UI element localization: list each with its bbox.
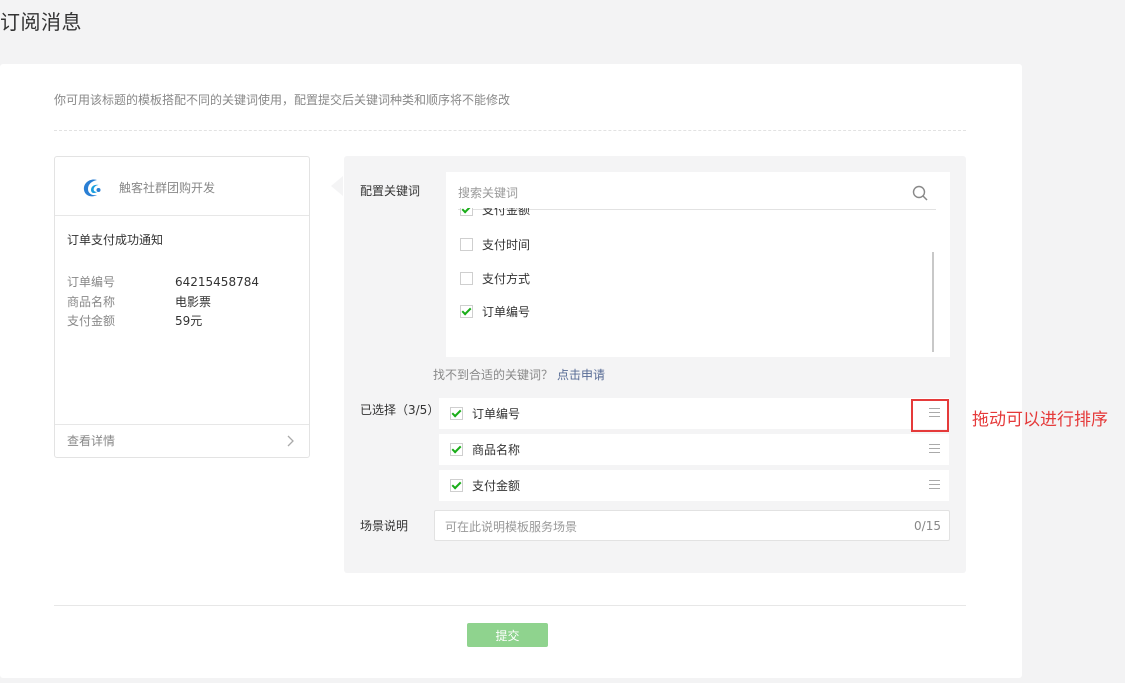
preview-pointer <box>331 176 343 196</box>
main-card: 你可用该标题的模板搭配不同的关键词使用，配置提交后关键词种类和顺序将不能修改 触… <box>0 64 1022 678</box>
checkbox-checked-icon[interactable] <box>450 443 463 456</box>
apply-keyword-link[interactable]: 点击申请 <box>557 368 605 382</box>
page-title: 订阅消息 <box>0 10 82 34</box>
checkbox-checked-icon[interactable] <box>460 304 473 318</box>
keyword-option-label: 支付方式 <box>482 271 531 286</box>
checkbox-checked-icon[interactable] <box>460 208 473 216</box>
preview-row: 订单编号 64215458784 <box>67 273 259 293</box>
scene-label: 场景说明 <box>360 519 409 533</box>
selected-keyword-label: 商品名称 <box>472 443 521 457</box>
preview-row-value: 电影票 <box>175 294 212 309</box>
divider <box>54 130 966 131</box>
checkbox-checked-icon[interactable] <box>450 407 463 420</box>
keyword-search-input[interactable] <box>458 178 888 207</box>
checkbox-icon[interactable] <box>460 237 473 251</box>
app-logo-icon <box>83 179 101 197</box>
selected-keyword-row[interactable]: 商品名称 <box>439 434 949 465</box>
keyword-list-scrollbar[interactable] <box>932 252 934 352</box>
char-counter: 0/15 <box>914 519 941 533</box>
selected-keyword-row[interactable]: 支付金额 <box>439 470 949 501</box>
view-details-label: 查看详情 <box>67 434 116 448</box>
preview-row: 商品名称 电影票 <box>67 293 259 313</box>
keyword-option[interactable]: 支付金额 <box>460 208 530 218</box>
drag-handle-highlight <box>911 399 949 432</box>
scene-description-input[interactable] <box>443 511 887 542</box>
preview-row: 支付金额 59元 <box>67 312 259 332</box>
submit-button[interactable]: 提交 <box>467 623 548 647</box>
checkbox-icon[interactable] <box>460 271 473 285</box>
keyword-not-found: 找不到合适的关键词？ 点击申请 <box>433 366 605 383</box>
keyword-option[interactable]: 订单编号 <box>460 302 530 320</box>
drag-sort-annotation: 拖动可以进行排序 <box>972 410 1108 430</box>
preview-row-value: 59元 <box>175 314 203 328</box>
app-name: 触客社群团购开发 <box>119 181 216 195</box>
selected-label: 已选择（3/5） <box>360 403 440 417</box>
drag-handle-icon[interactable] <box>929 480 940 490</box>
keyword-option[interactable]: 支付方式 <box>460 269 530 287</box>
keyword-picker: 支付金额 支付时间 支付方式 订单编号 <box>446 172 950 357</box>
keyword-option-label: 支付时间 <box>482 237 531 252</box>
config-hint: 你可用该标题的模板搭配不同的关键词使用，配置提交后关键词种类和顺序将不能修改 <box>54 93 511 107</box>
search-icon[interactable] <box>912 185 928 201</box>
divider <box>54 605 966 606</box>
keyword-option-label: 支付金额 <box>482 208 531 217</box>
keyword-list: 支付金额 支付时间 支付方式 订单编号 <box>458 208 928 357</box>
preview-row-value: 64215458784 <box>175 275 259 289</box>
preview-row-key: 支付金额 <box>67 314 116 328</box>
keyword-option-label: 订单编号 <box>482 304 531 319</box>
keyword-option[interactable]: 支付时间 <box>460 235 530 253</box>
chevron-right-icon <box>287 435 294 447</box>
view-details-link[interactable]: 查看详情 <box>55 424 309 457</box>
preview-rows: 订单编号 64215458784 商品名称 电影票 支付金额 59元 <box>67 273 259 332</box>
keyword-search <box>458 178 936 210</box>
preview-header: 触客社群团购开发 <box>55 157 309 216</box>
not-found-text: 找不到合适的关键词？ <box>433 368 554 382</box>
drag-handle-icon[interactable] <box>929 444 940 454</box>
preview-row-key: 商品名称 <box>67 294 116 309</box>
keywords-label: 配置关键词 <box>360 184 421 198</box>
message-preview-card: 触客社群团购开发 订单支付成功通知 订单编号 64215458784 商品名称 … <box>54 156 310 458</box>
scene-description-field: 0/15 <box>434 510 950 542</box>
checkbox-checked-icon[interactable] <box>450 479 463 492</box>
selected-keyword-row[interactable]: 订单编号 <box>439 398 949 429</box>
selected-keyword-label: 订单编号 <box>472 407 521 421</box>
selected-keyword-label: 支付金额 <box>472 479 521 493</box>
message-title: 订单支付成功通知 <box>67 233 164 247</box>
preview-row-key: 订单编号 <box>67 275 116 289</box>
